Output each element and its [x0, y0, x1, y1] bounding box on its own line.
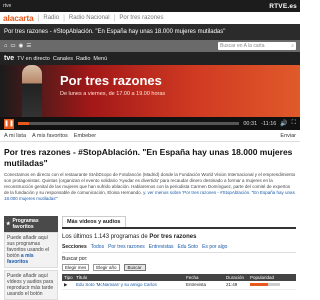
- favorites-header: ★ Programas favoritos: [4, 216, 58, 232]
- progress-bar[interactable]: [18, 122, 240, 125]
- col-header[interactable]: Tipo: [64, 275, 76, 280]
- table-header: Tipo Título Fecha Duración Popularidad: [62, 274, 296, 281]
- search-button[interactable]: Buscar: [123, 264, 146, 271]
- radio-icon[interactable]: ◉: [19, 43, 24, 49]
- tab-more-videos[interactable]: Más vídeos y audios: [62, 216, 126, 227]
- row-duration: 21:49: [226, 282, 238, 287]
- row-popularity: [250, 282, 294, 288]
- tve-logo[interactable]: tve: [4, 55, 14, 62]
- program-schedule: De lunes a viernes, de 17.00 a 19.00 hor…: [60, 91, 166, 97]
- summary-program[interactable]: Por tres razones: [149, 234, 196, 240]
- list-icon[interactable]: ☰: [26, 43, 31, 49]
- divider: |: [63, 14, 65, 22]
- search-placeholder: Buscar en A la carta: [220, 43, 265, 49]
- search-filters: Buscar por: Elegir mes Elegir año Buscar: [62, 256, 296, 271]
- list-text: Puede añadir aquí vídeos y audios para r…: [7, 273, 54, 297]
- page-title-bar: Por tres razones - #StopAblación. "En Es…: [0, 24, 300, 40]
- content-description: Conectamos en directo con el restaurante…: [4, 172, 296, 202]
- divider: |: [113, 14, 116, 22]
- progress-fill: [18, 122, 30, 125]
- player-strip: tve TV en directo Canales Radio Menú: [0, 52, 300, 65]
- strip-item-2[interactable]: Menú: [93, 56, 107, 62]
- page-title: Por tres razones - #StopAblación. "En Es…: [4, 29, 226, 35]
- month-select[interactable]: Elegir mes: [62, 264, 90, 271]
- row-title-link[interactable]: Edu Soto 'McNamara' y su amigo Carlos: [76, 282, 186, 288]
- main-panel: Más vídeos y audios Los últimos 1.143 pr…: [62, 216, 296, 290]
- nav-radio-nacional[interactable]: Radio Nacional: [69, 15, 110, 21]
- add-to-favorites-button[interactable]: A mis favoritos: [32, 133, 68, 139]
- col-header[interactable]: Popularidad: [250, 275, 294, 280]
- content: Por tres razones - #StopAblación. "En Es…: [0, 143, 300, 206]
- sidebar: ★ Programas favoritos Puede añadir aquí …: [4, 216, 58, 300]
- programs-summary: Los últimos 1.143 programas de Por tres …: [62, 234, 296, 240]
- nav-radio[interactable]: Radio: [43, 15, 59, 21]
- year-select[interactable]: Elegir año: [93, 264, 120, 271]
- search-input[interactable]: Buscar en A la carta ⌕: [218, 42, 296, 50]
- divider: |: [37, 14, 40, 22]
- fullscreen-icon[interactable]: ⛶: [292, 120, 296, 127]
- pause-button[interactable]: ❚❚: [4, 118, 14, 129]
- summary-prefix: Los últimos 1.143 programas de: [62, 234, 148, 240]
- share-bar: A mi lista A mis favoritos Embeber Envia…: [0, 131, 300, 142]
- home-icon[interactable]: ⌂: [4, 43, 7, 49]
- content-heading: Por tres razones - #StopAblación. "En Es…: [4, 147, 293, 168]
- sections-filter: Secciones Todos Por tres razones Entrevi…: [62, 244, 296, 253]
- alacarta-logo[interactable]: alacarta: [3, 13, 34, 23]
- table-row[interactable]: ▶ Edu Soto 'McNamara' y su amigo Carlos …: [62, 281, 296, 290]
- rtve-logo[interactable]: RTVE.es: [269, 3, 297, 10]
- section-item[interactable]: Edu Soto: [178, 244, 199, 250]
- section-item[interactable]: Es por algo: [202, 244, 227, 250]
- add-to-list-button[interactable]: A mi lista: [4, 133, 26, 139]
- time-remaining: -11:16: [261, 120, 277, 127]
- popularity-bar: [250, 283, 280, 287]
- type-icon: ▶: [64, 282, 68, 287]
- nav-bar: alacarta | Radio | Radio Nacional | Por …: [0, 12, 300, 24]
- tv-icon[interactable]: ▭: [10, 43, 15, 49]
- favorites-title: Programas favoritos: [12, 218, 39, 230]
- star-icon: ★: [6, 221, 11, 227]
- presenter-photo: [22, 65, 42, 117]
- program-title: Por tres razones: [60, 73, 162, 88]
- strip-item-0[interactable]: Canales: [53, 56, 73, 62]
- col-header[interactable]: Fecha: [186, 275, 226, 280]
- volume-icon[interactable]: 🔊: [280, 120, 287, 127]
- media-player: tve TV en directo Canales Radio Menú Por…: [0, 52, 300, 130]
- col-header[interactable]: Título: [76, 275, 186, 280]
- live-tv-link[interactable]: TV en directo: [17, 56, 50, 62]
- list-box: Puede añadir aquí vídeos y audios para r…: [4, 270, 58, 300]
- popularity-fill: [250, 283, 268, 287]
- sections-label: Secciones: [62, 244, 87, 250]
- nav-program[interactable]: Por tres razones: [119, 15, 163, 21]
- row-date: Entrevista: [186, 282, 207, 287]
- search-icon[interactable]: ⌕: [291, 42, 294, 50]
- col-header[interactable]: Duración: [226, 275, 250, 280]
- sub-bar: ⌂ ▭ ◉ ☰ Buscar en A la carta ⌕: [0, 40, 300, 52]
- rtve-link[interactable]: rtve: [3, 3, 11, 9]
- share-button[interactable]: Enviar: [280, 133, 296, 139]
- program-banner: Por tres razones De lunes a viernes, de …: [0, 65, 300, 117]
- section-item[interactable]: Entrevistas: [149, 244, 174, 250]
- search-label: Buscar por:: [62, 256, 88, 262]
- tabs: Más vídeos y audios: [62, 216, 296, 229]
- player-controls: ❚❚ 00:31 -11:16 🔊 ⛶: [0, 117, 300, 130]
- favorites-box: Puede añadir aquí sus programas favorito…: [4, 232, 58, 268]
- section-item[interactable]: Todos: [91, 244, 104, 250]
- strip-item-1[interactable]: Radio: [76, 56, 90, 62]
- time-current: 00:31: [243, 120, 258, 127]
- section-item[interactable]: Por tres razones: [108, 244, 145, 250]
- embed-button[interactable]: Embeber: [74, 133, 96, 139]
- top-bar: rtve RTVE.es: [0, 0, 300, 12]
